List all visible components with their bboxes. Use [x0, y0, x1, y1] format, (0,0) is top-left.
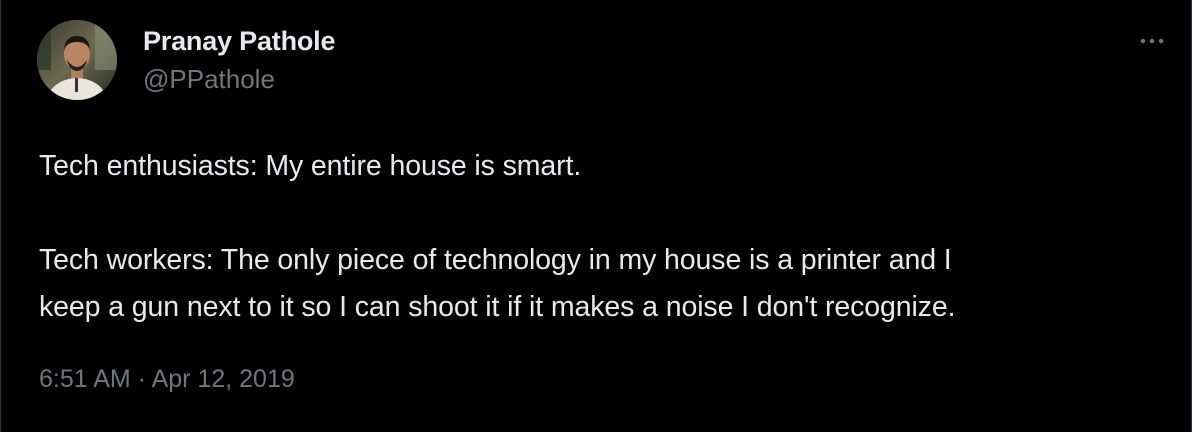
tweet-date[interactable]: Apr 12, 2019: [152, 365, 295, 393]
tweet-text-line: keep a gun next to it so I can shoot it …: [39, 291, 956, 323]
more-options-button[interactable]: [1135, 28, 1169, 54]
tweet-text-line: Tech workers: The only piece of technolo…: [39, 244, 952, 276]
more-horizontal-icon: [1140, 38, 1164, 44]
avatar-photo-icon: [37, 20, 117, 100]
meta-separator: ·: [137, 365, 147, 393]
author-handle[interactable]: @PPathole: [143, 64, 275, 95]
author-name[interactable]: Pranay Pathole: [143, 26, 335, 57]
tweet-card: Pranay Pathole @PPathole Tech enthusiast…: [0, 0, 1192, 432]
tweet-text-line: Tech enthusiasts: My entire house is sma…: [39, 150, 582, 182]
tweet-text: Tech enthusiasts: My entire house is sma…: [39, 143, 1169, 331]
avatar[interactable]: [37, 20, 117, 100]
tweet-time[interactable]: 6:51 AM: [39, 365, 131, 393]
tweet-timestamp: 6:51 AM · Apr 12, 2019: [39, 365, 295, 394]
